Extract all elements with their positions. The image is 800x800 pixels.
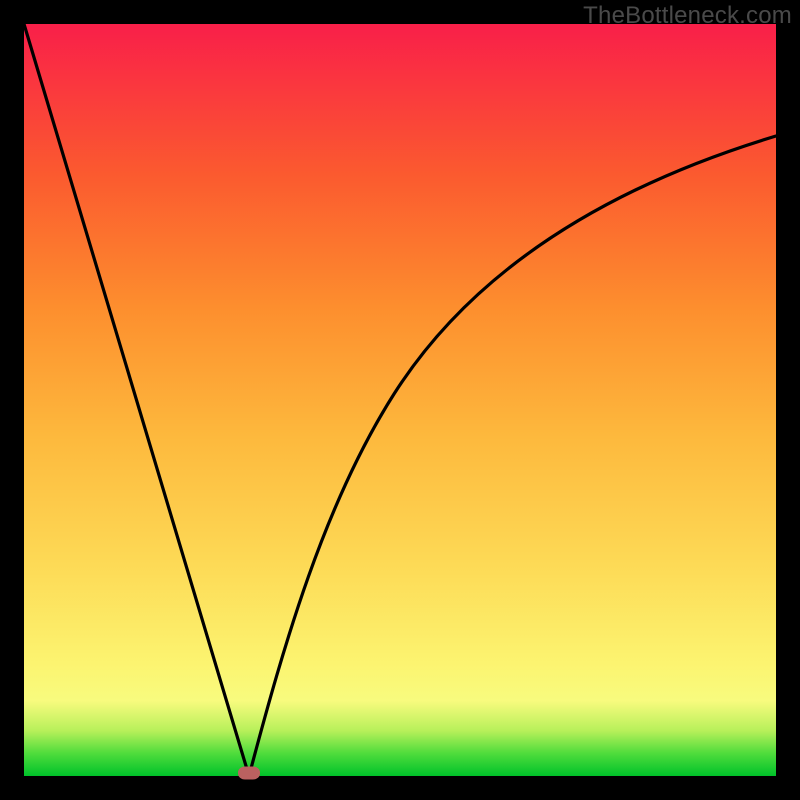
curve-right-branch xyxy=(249,136,776,776)
watermark-text: TheBottleneck.com xyxy=(583,2,792,30)
chart-frame: TheBottleneck.com xyxy=(0,0,800,800)
optimal-point-marker xyxy=(238,767,260,780)
curve-left-branch xyxy=(24,24,249,776)
plot-area xyxy=(24,24,776,776)
bottleneck-curve xyxy=(24,24,776,776)
